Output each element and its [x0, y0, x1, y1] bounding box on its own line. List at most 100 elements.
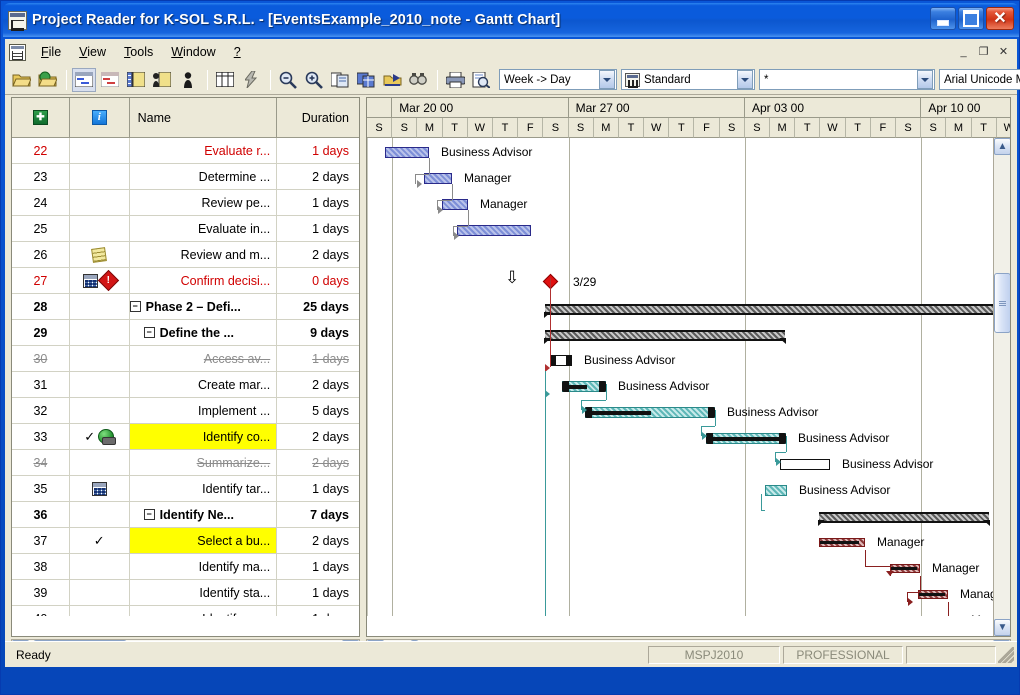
row-duration[interactable]: 1 days	[277, 190, 359, 216]
row-duration[interactable]: 9 days	[277, 320, 359, 346]
row-name[interactable]: Identify sta...	[130, 580, 278, 606]
gantt-bar[interactable]	[385, 147, 429, 158]
menu-file[interactable]: File	[32, 42, 70, 62]
gantt-bar[interactable]	[780, 459, 830, 470]
mdi-close-button[interactable]: ✕	[994, 43, 1013, 60]
scroll-up-button[interactable]: ▲	[994, 138, 1011, 155]
row-duration[interactable]: 2 days	[277, 450, 359, 476]
table-row[interactable]: 34Summarize...2 days	[12, 450, 359, 476]
tracking-gantt-icon[interactable]	[98, 68, 122, 92]
row-name[interactable]: Identify tar...	[130, 476, 278, 502]
row-name[interactable]: Identify ne...	[130, 606, 278, 616]
task-usage-icon[interactable]	[124, 68, 148, 92]
table-row[interactable]: 26Review and m...2 days	[12, 242, 359, 268]
font-combo[interactable]: Arial Unicode Mŝ	[939, 69, 1020, 90]
table-row[interactable]: 28−Phase 2 – Defi...25 days	[12, 294, 359, 320]
gantt-view-icon[interactable]	[72, 68, 96, 92]
resource-usage-icon[interactable]	[150, 68, 174, 92]
row-name[interactable]: Evaluate r...	[130, 138, 278, 164]
timescale-combo[interactable]: Week -> Day	[499, 69, 617, 90]
row-duration[interactable]: 1 days	[277, 606, 359, 616]
chevron-down-icon[interactable]	[917, 70, 933, 89]
copy-picture-icon[interactable]	[328, 68, 352, 92]
print-icon[interactable]	[443, 68, 467, 92]
row-name[interactable]: Select a bu...	[130, 528, 278, 554]
gantt-bar[interactable]	[890, 564, 920, 573]
gantt-vertical-scrollbar[interactable]: ▲ ▼	[993, 138, 1010, 636]
row-duration[interactable]: 1 days	[277, 554, 359, 580]
gantt-bar[interactable]	[918, 590, 948, 599]
row-name[interactable]: Review pe...	[130, 190, 278, 216]
pane-splitter[interactable]	[361, 97, 365, 665]
zoom-out-icon[interactable]	[276, 68, 300, 92]
scroll-down-button[interactable]: ▼	[994, 619, 1011, 636]
open-file-icon[interactable]	[9, 68, 33, 92]
table-row[interactable]: 31Create mar...2 days	[12, 372, 359, 398]
table-row[interactable]: 24Review pe...1 days	[12, 190, 359, 216]
table-row[interactable]: 29−Define the ...9 days	[12, 320, 359, 346]
row-duration[interactable]: 25 days	[277, 294, 359, 320]
row-duration[interactable]: 1 days	[277, 346, 359, 372]
gantt-bar[interactable]	[819, 512, 989, 523]
export-icon[interactable]	[380, 68, 404, 92]
zoom-in-icon[interactable]	[302, 68, 326, 92]
table-row[interactable]: 40Identify ne...1 days	[12, 606, 359, 616]
calendar-icon[interactable]	[92, 482, 107, 496]
menu-help[interactable]: ?	[225, 42, 250, 62]
maximize-button[interactable]	[958, 7, 984, 30]
chevron-down-icon[interactable]	[737, 70, 753, 89]
row-duration[interactable]: 2 days	[277, 528, 359, 554]
table-style-combo[interactable]: Standard	[621, 69, 755, 90]
gantt-bar[interactable]	[706, 433, 786, 444]
row-duration[interactable]: 5 days	[277, 398, 359, 424]
table-row[interactable]: 30Access av...1 days	[12, 346, 359, 372]
find-icon[interactable]	[406, 68, 430, 92]
table-row[interactable]: 35Identify tar...1 days	[12, 476, 359, 502]
row-name[interactable]: Confirm decisi...	[130, 268, 278, 294]
resource-sheet-icon[interactable]	[176, 68, 200, 92]
row-name[interactable]: Determine ...	[130, 164, 278, 190]
resize-grip-icon[interactable]	[998, 647, 1014, 663]
column-header-duration[interactable]: Duration	[277, 98, 359, 138]
table-icon[interactable]	[213, 68, 237, 92]
row-name[interactable]: Identify co...	[130, 424, 278, 450]
row-duration[interactable]: 1 days	[277, 138, 359, 164]
chevron-down-icon[interactable]	[599, 70, 615, 89]
row-name[interactable]: −Define the ...	[130, 320, 278, 346]
column-header-info[interactable]: i	[70, 98, 130, 138]
vertical-scroll-thumb[interactable]	[994, 273, 1011, 333]
row-name[interactable]: Implement ...	[130, 398, 278, 424]
row-duration[interactable]: 2 days	[277, 372, 359, 398]
gantt-bar[interactable]	[545, 330, 785, 341]
filter-icon[interactable]	[239, 68, 263, 92]
column-header-name[interactable]: Name	[130, 98, 278, 138]
minimize-button[interactable]	[930, 7, 956, 30]
gantt-bar[interactable]	[819, 538, 865, 547]
row-name[interactable]: Evaluate in...	[130, 216, 278, 242]
menu-view[interactable]: View	[70, 42, 115, 62]
globe-link-icon[interactable]	[98, 429, 114, 444]
calendar-icon[interactable]	[83, 274, 98, 288]
row-name[interactable]: Access av...	[130, 346, 278, 372]
gantt-bar[interactable]	[545, 304, 1010, 315]
mdi-restore-button[interactable]: ❐	[974, 43, 993, 60]
table-row[interactable]: 39Identify sta...1 days	[12, 580, 359, 606]
menu-tools[interactable]: Tools	[115, 42, 162, 62]
row-duration[interactable]: 0 days	[277, 268, 359, 294]
open-project-icon[interactable]	[35, 68, 59, 92]
row-expander-toggle[interactable]: −	[144, 327, 155, 338]
table-row[interactable]: 38Identify ma...1 days	[12, 554, 359, 580]
row-name[interactable]: −Phase 2 – Defi...	[130, 294, 278, 320]
print-preview-icon[interactable]	[469, 68, 493, 92]
gantt-bar[interactable]	[585, 407, 715, 418]
table-row[interactable]: 33✓Identify co...2 days	[12, 424, 359, 450]
table-row[interactable]: 27!Confirm decisi...0 days	[12, 268, 359, 294]
row-name[interactable]: Summarize...	[130, 450, 278, 476]
mdi-minimize-button[interactable]: _	[954, 43, 973, 60]
row-name[interactable]: Create mar...	[130, 372, 278, 398]
row-duration[interactable]: 2 days	[277, 424, 359, 450]
row-duration[interactable]: 1 days	[277, 476, 359, 502]
gantt-bar[interactable]	[550, 355, 572, 366]
row-name[interactable]: Identify ma...	[130, 554, 278, 580]
filter-combo[interactable]: *	[759, 69, 935, 90]
